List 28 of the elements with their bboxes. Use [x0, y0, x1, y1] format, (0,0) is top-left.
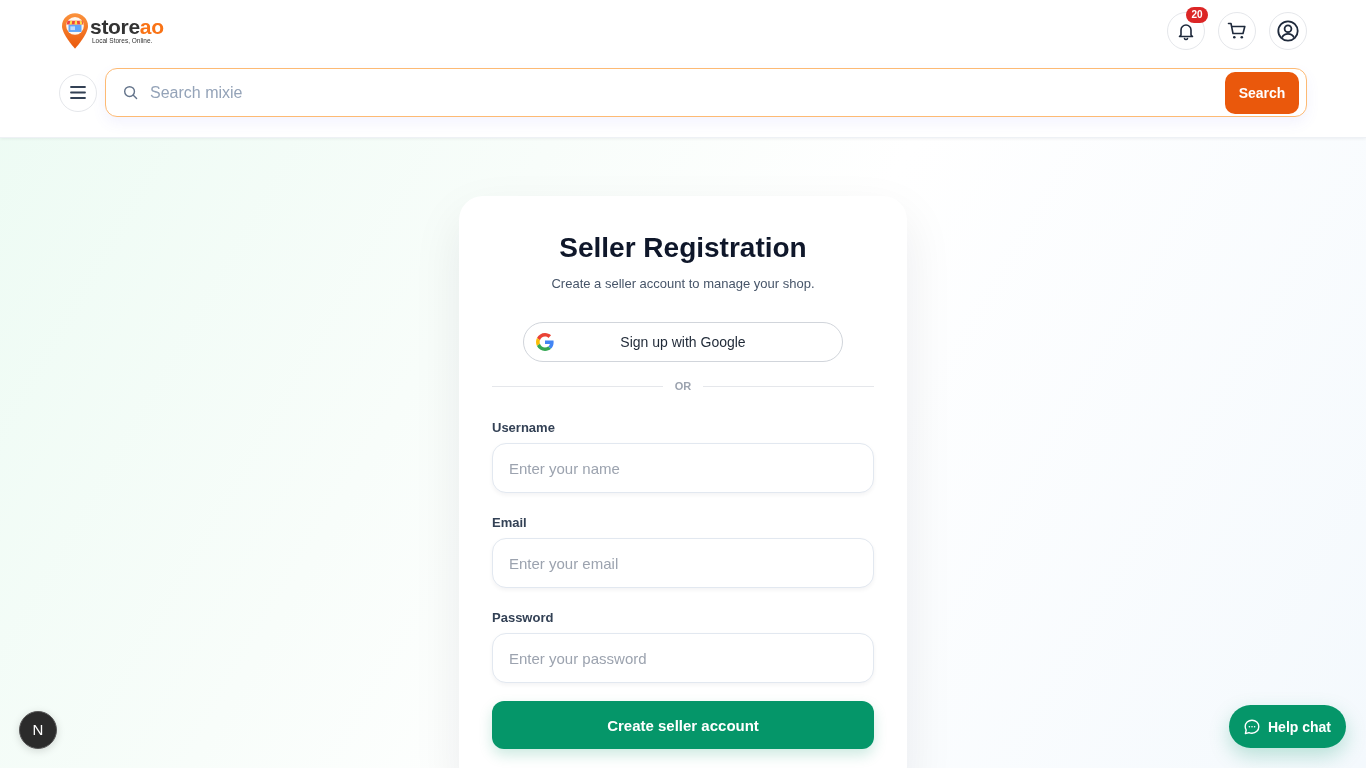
notification-count: 20	[1186, 7, 1208, 23]
text-input[interactable]: Enter your email	[492, 538, 874, 588]
divider-label: OR	[674, 379, 692, 394]
field-label: Password	[492, 610, 554, 626]
search-field[interactable]: Search mixie Search	[105, 68, 1307, 117]
google-g-icon	[536, 333, 554, 351]
form-title: Seller Registration	[559, 231, 807, 265]
chat-bubble-icon	[1244, 718, 1260, 735]
account-button[interactable]	[1269, 12, 1307, 50]
field-label: Email	[492, 515, 527, 531]
menu-icon	[70, 86, 86, 99]
menu-button[interactable]	[59, 73, 97, 112]
text-input[interactable]: Enter your name	[492, 443, 874, 493]
field-label: Username	[492, 420, 555, 436]
user-icon	[1277, 20, 1299, 42]
cart-button[interactable]	[1218, 12, 1256, 50]
help-chat-button[interactable]: Help chat	[1229, 705, 1346, 748]
map-pin-store-icon	[62, 13, 88, 49]
create-account-button[interactable]: Create seller account	[492, 701, 874, 749]
search-icon	[123, 85, 138, 100]
logo-wordmark: storeao	[90, 15, 164, 37]
form-subtitle: Create a seller account to manage your shop.	[551, 275, 815, 292]
text-input[interactable]: Enter your password	[492, 633, 874, 683]
bell-icon	[1176, 21, 1196, 41]
google-signup-button[interactable]: Sign up with Google	[523, 322, 843, 362]
dev-indicator-button[interactable]: N	[19, 711, 57, 749]
search-button[interactable]: Search	[1225, 71, 1299, 114]
cart-icon	[1227, 21, 1247, 41]
